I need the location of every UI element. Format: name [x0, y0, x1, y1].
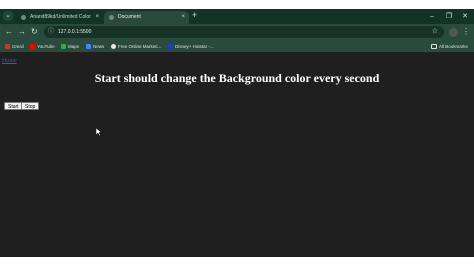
news-icon	[86, 44, 91, 49]
tab-close-icon[interactable]: ×	[181, 11, 185, 24]
start-button[interactable]: Start	[4, 102, 23, 110]
menu-icon[interactable]: ⋮	[462, 26, 470, 38]
bookmark-disney-hotstar[interactable]: Disney+ Hotstar -...	[168, 41, 214, 52]
tab-title: Document	[118, 14, 141, 20]
bookmark-news[interactable]: News	[86, 41, 104, 52]
reload-button[interactable]: ↻	[31, 26, 38, 38]
restore-button[interactable]: ❐	[441, 10, 457, 23]
folder-icon	[431, 44, 437, 49]
all-bookmarks-button[interactable]: All Bookmarks	[431, 41, 468, 52]
tab-unlimited-color[interactable]: Anand89kd/Unlimited Color ×	[16, 11, 103, 24]
bookmark-free-online-marketing[interactable]: Free Online Marketi...	[111, 41, 161, 52]
github-icon	[21, 15, 26, 20]
page-content: Home Start should change the Background …	[0, 52, 474, 257]
bookmarks-bar: Gmail YouTube Maps News Free Online Mark…	[0, 41, 474, 52]
bookmark-maps[interactable]: Maps	[61, 41, 79, 52]
tab-document[interactable]: Document ×	[104, 11, 189, 24]
tab-search-button[interactable]: ⌄	[3, 11, 13, 21]
forward-button[interactable]: →	[18, 26, 26, 38]
chevron-down-icon: ⌄	[5, 12, 11, 19]
close-window-button[interactable]: ✕	[457, 10, 473, 23]
tab-strip: ⌄ Anand89kd/Unlimited Color × Document ×…	[0, 9, 474, 24]
bookmark-gmail[interactable]: Gmail	[5, 41, 24, 52]
page-heading: Start should change the Background color…	[94, 71, 380, 85]
hotstar-icon	[168, 44, 173, 49]
home-link[interactable]: Home	[2, 58, 17, 64]
site-info-icon[interactable]: ⓘ	[48, 26, 54, 38]
profile-avatar[interactable]	[449, 28, 458, 37]
bookmark-star-icon[interactable]: ☆	[432, 26, 438, 38]
gmail-icon	[5, 44, 10, 49]
bookmark-youtube[interactable]: YouTube	[30, 41, 55, 52]
back-button[interactable]: ←	[5, 26, 13, 38]
globe-icon	[109, 15, 114, 20]
tab-title: Anand89kd/Unlimited Color	[30, 14, 91, 20]
browser-toolbar: ← → ↻ ⓘ 127.0.0.1:5500 ☆ ⋮	[0, 24, 474, 41]
mouse-cursor-icon	[96, 128, 102, 136]
website-icon	[111, 44, 116, 49]
url-text[interactable]: 127.0.0.1:5500	[58, 26, 91, 38]
minimize-button[interactable]: –	[424, 10, 440, 23]
new-tab-button[interactable]: +	[192, 10, 197, 20]
stop-button[interactable]: Stop	[21, 102, 40, 110]
youtube-icon	[30, 44, 35, 49]
browser-window: ⌄ Anand89kd/Unlimited Color × Document ×…	[0, 9, 474, 257]
maps-icon	[61, 44, 66, 49]
tab-close-icon[interactable]: ×	[95, 11, 99, 24]
address-bar[interactable]: ⓘ 127.0.0.1:5500 ☆	[44, 26, 444, 38]
